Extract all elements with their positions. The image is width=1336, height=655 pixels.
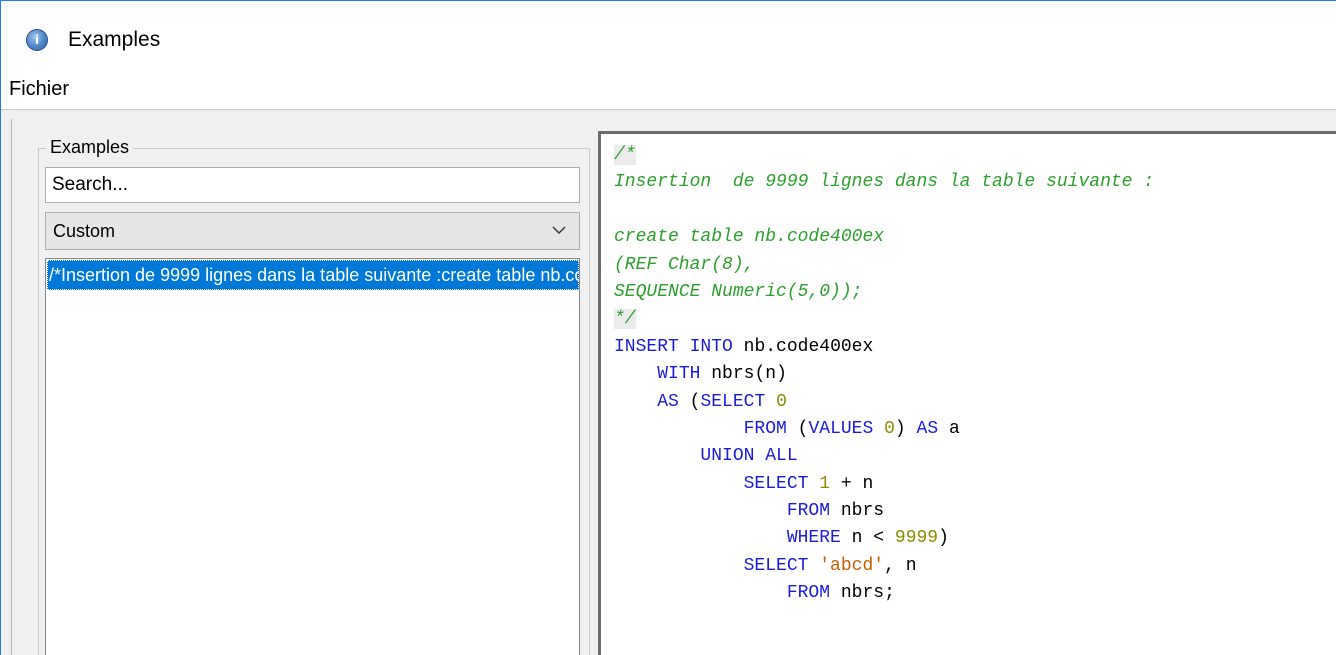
window-title: Examples (68, 28, 161, 51)
menu-bar: Fichier (1, 69, 1336, 110)
code-line: (REF Char(8), (614, 254, 755, 275)
category-selected-value: Custom (53, 221, 116, 241)
code-line: SEQUENCE Numeric(5,0)); (614, 281, 863, 302)
list-item[interactable]: /*Insertion de 9999 lignes dans la table… (47, 260, 579, 290)
category-select[interactable]: Custom (45, 212, 580, 250)
examples-group-label: Examples (46, 137, 134, 158)
code-line: WHERE n < 9999) (786, 528, 949, 549)
code-line: SELECT 1 + n (743, 473, 874, 494)
code-line: Insertion de 9999 lignes dans la table s… (614, 172, 1155, 193)
client-area: Examples Custom /* Insertion de 9999 lign… (1, 110, 1336, 655)
code-editor[interactable]: /* Insertion de 9999 lignes dans la table… (598, 131, 1336, 655)
title-bar[interactable]: i Examples (1, 1, 1336, 65)
code-line: /* (614, 145, 636, 165)
code-line: WITH nbrs(n) (657, 364, 787, 385)
examples-list[interactable]: /*Insertion de 9999 lignes dans la table… (45, 258, 580, 655)
code-line: SELECT 'abcd', n (743, 555, 917, 576)
code-line: FROM (VALUES 0) AS a (743, 418, 960, 439)
code-line: */ (614, 309, 636, 330)
frame-border (11, 119, 12, 655)
code-line: FROM nbrs (786, 501, 885, 522)
code-content: /* Insertion de 9999 lignes dans la table… (614, 142, 1154, 608)
examples-window: i Examples Fichier Examples Custom /* Ins… (0, 0, 1336, 655)
chevron-down-icon (552, 226, 566, 234)
menu-fichier[interactable]: Fichier (9, 78, 69, 101)
code-line: AS (SELECT 0 (657, 391, 787, 412)
code-line: UNION ALL (700, 446, 798, 467)
code-line: FROM nbrs; (786, 583, 895, 604)
app-info-icon: i (26, 29, 48, 51)
examples-panel: Examples Custom /*Insertion de 9999 lign… (26, 130, 593, 655)
code-line: INSERT INTO nb.code400ex (614, 336, 874, 357)
code-line: create table nb.code400ex (614, 227, 885, 248)
search-input[interactable] (45, 167, 580, 203)
